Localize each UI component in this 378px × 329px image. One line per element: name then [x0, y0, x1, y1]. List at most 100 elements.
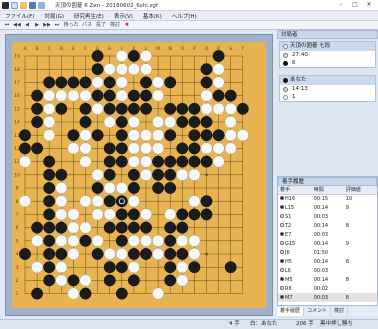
white-stone[interactable]	[128, 116, 140, 128]
white-stone[interactable]	[19, 155, 31, 168]
white-stone[interactable]	[67, 221, 80, 234]
white-stone[interactable]	[212, 76, 225, 89]
black-stone[interactable]	[200, 129, 213, 142]
white-stone[interactable]	[91, 195, 104, 208]
white-stone[interactable]	[55, 208, 68, 221]
white-stone[interactable]	[91, 208, 104, 221]
black-stone[interactable]	[31, 142, 44, 155]
last-move-icon[interactable]: ⏭	[53, 22, 61, 29]
black-stone[interactable]	[103, 155, 116, 168]
black-stone[interactable]	[91, 89, 104, 102]
white-stone[interactable]	[128, 63, 140, 76]
back-icon[interactable]: ◀	[23, 22, 31, 29]
white-stone[interactable]	[115, 63, 128, 76]
white-stone[interactable]	[43, 129, 56, 142]
move-history-row[interactable]: M5 00:14 8	[278, 275, 377, 284]
black-stone[interactable]	[176, 142, 189, 155]
tab-comment[interactable]: コメント	[304, 307, 332, 316]
white-stone[interactable]	[55, 195, 68, 208]
black-stone[interactable]	[164, 261, 177, 274]
black-stone[interactable]	[43, 248, 56, 260]
black-stone[interactable]	[115, 102, 128, 115]
black-stone[interactable]	[164, 274, 177, 287]
black-stone[interactable]	[200, 116, 213, 128]
col-eval[interactable]: 評価値	[343, 186, 377, 195]
black-stone[interactable]	[115, 129, 128, 142]
black-stone[interactable]	[31, 116, 44, 128]
black-stone[interactable]	[200, 76, 213, 89]
black-stone[interactable]	[128, 168, 140, 181]
black-stone[interactable]	[115, 261, 128, 274]
black-stone[interactable]	[188, 102, 201, 115]
maximize-button[interactable]: □	[350, 1, 360, 9]
black-stone[interactable]	[19, 142, 31, 155]
black-stone[interactable]	[103, 261, 116, 274]
black-stone[interactable]	[188, 261, 201, 274]
white-stone[interactable]	[236, 129, 249, 142]
white-stone[interactable]	[176, 261, 189, 274]
white-stone[interactable]	[224, 116, 237, 128]
white-stone[interactable]	[128, 195, 140, 208]
black-stone[interactable]	[115, 195, 128, 208]
white-stone[interactable]	[103, 182, 116, 194]
white-stone[interactable]	[140, 129, 152, 142]
white-stone[interactable]	[31, 261, 44, 274]
first-move-icon[interactable]: ⏮	[3, 22, 11, 29]
white-stone[interactable]	[115, 76, 128, 89]
white-stone[interactable]	[31, 234, 44, 247]
move-history-row[interactable]: R6 00:02	[278, 284, 377, 293]
white-stone[interactable]	[43, 116, 56, 128]
white-stone[interactable]	[67, 208, 80, 221]
white-stone[interactable]	[43, 89, 56, 102]
black-stone[interactable]	[140, 102, 152, 115]
white-stone[interactable]	[140, 168, 152, 181]
black-stone[interactable]	[140, 89, 152, 102]
move-history-row[interactable]: L6 00:03	[278, 266, 377, 275]
black-stone[interactable]	[176, 248, 189, 260]
white-stone[interactable]	[152, 287, 165, 300]
close-button[interactable]: ✕	[364, 1, 374, 9]
black-stone[interactable]	[43, 182, 56, 194]
black-stone[interactable]	[115, 287, 128, 300]
black-stone[interactable]	[176, 155, 189, 168]
white-stone[interactable]	[128, 142, 140, 155]
black-stone[interactable]	[115, 234, 128, 247]
stop-icon[interactable]: ✖	[123, 22, 131, 29]
takeback-button[interactable]: 待った	[63, 22, 79, 29]
menu-help[interactable]: ヘルプ(H)	[167, 12, 202, 20]
white-stone[interactable]	[164, 116, 177, 128]
white-stone[interactable]	[128, 261, 140, 274]
white-stone[interactable]	[200, 102, 213, 115]
white-stone[interactable]	[212, 102, 225, 115]
move-history-row[interactable]: G15 00:14 9	[278, 239, 377, 248]
white-stone[interactable]	[128, 234, 140, 247]
black-stone[interactable]	[200, 208, 213, 221]
black-stone[interactable]	[55, 248, 68, 260]
black-stone[interactable]	[176, 221, 189, 234]
minimize-button[interactable]: –	[336, 1, 346, 9]
black-stone[interactable]	[103, 168, 116, 181]
menu-file[interactable]: ファイル(F)	[0, 12, 39, 20]
white-stone[interactable]	[55, 182, 68, 194]
tab-move-history[interactable]: 着手履歴	[277, 307, 305, 316]
black-stone[interactable]	[128, 182, 140, 194]
black-stone[interactable]	[115, 142, 128, 155]
white-stone[interactable]	[140, 208, 152, 221]
black-stone[interactable]	[188, 116, 201, 128]
white-stone[interactable]	[152, 234, 165, 247]
black-stone[interactable]	[55, 168, 68, 181]
white-stone[interactable]	[55, 234, 68, 247]
black-stone[interactable]	[128, 102, 140, 115]
move-history-row[interactable]: H16 00:15 10	[278, 194, 377, 203]
white-stone[interactable]	[115, 248, 128, 260]
black-stone[interactable]	[115, 221, 128, 234]
black-stone[interactable]	[140, 248, 152, 260]
black-stone[interactable]	[128, 274, 140, 287]
menu-research[interactable]: 研究再生(E)	[69, 12, 109, 20]
white-stone[interactable]	[164, 208, 177, 221]
white-stone[interactable]	[19, 195, 31, 208]
black-stone[interactable]	[224, 261, 237, 274]
new-icon[interactable]	[11, 1, 18, 9]
black-stone[interactable]	[43, 208, 56, 221]
black-stone[interactable]	[128, 89, 140, 102]
